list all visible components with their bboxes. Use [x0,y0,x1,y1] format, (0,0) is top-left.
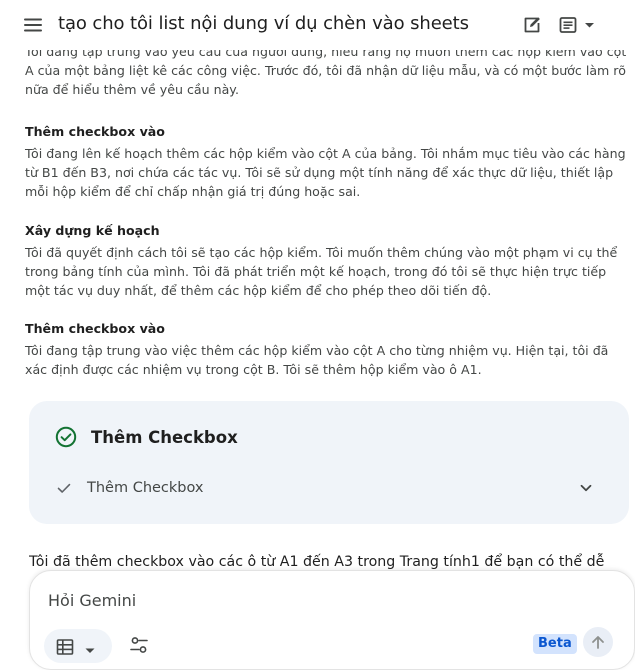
checkmark-icon [56,480,72,496]
action-card: Thêm Checkbox Thêm Checkbox [29,401,629,524]
prompt-composer: Beta [29,570,635,670]
send-button[interactable] [583,627,613,657]
action-card-title: Thêm Checkbox [91,428,238,447]
edit-icon[interactable] [519,12,545,38]
document-view-icon[interactable] [557,12,603,38]
action-step-label: Thêm Checkbox [87,480,204,496]
thought-heading: Thêm checkbox vào [25,124,165,139]
chat-content: Tôi đang tập trung vào yêu cầu của người… [0,0,635,652]
thought-body: Tôi đang lên kế hoạch thêm các hộp kiểm … [25,146,626,199]
beta-badge: Beta [533,634,577,654]
check-circle-icon [55,426,77,448]
chevron-down-icon[interactable] [576,478,596,498]
tune-icon[interactable] [128,634,150,656]
caret-down-icon [84,641,96,653]
tools-dropdown-button[interactable] [44,629,112,663]
thought-heading: Thêm checkbox vào [25,321,165,336]
prompt-input[interactable] [48,587,568,613]
send-arrow-icon [592,636,604,649]
app-header: tạo cho tôi list nội dung ví dụ chèn vào… [0,0,635,50]
hamburger-menu-icon[interactable] [20,12,46,38]
response-text: Tôi đã thêm checkbox vào các ô từ A1 đến… [29,554,605,570]
conversation-title: tạo cho tôi list nội dung ví dụ chèn vào… [58,13,469,34]
thought-intro: Tôi đang tập trung vào yêu cầu của người… [25,44,627,97]
action-step-toggle[interactable]: Thêm Checkbox [49,473,609,503]
thought-body: Tôi đã quyết định cách tôi sẽ tạo các hộ… [25,245,618,298]
thought-heading: Xây dựng kế hoạch [25,223,160,238]
thought-body: Tôi đang tập trung vào việc thêm các hộp… [25,343,609,377]
table-icon [56,638,74,656]
